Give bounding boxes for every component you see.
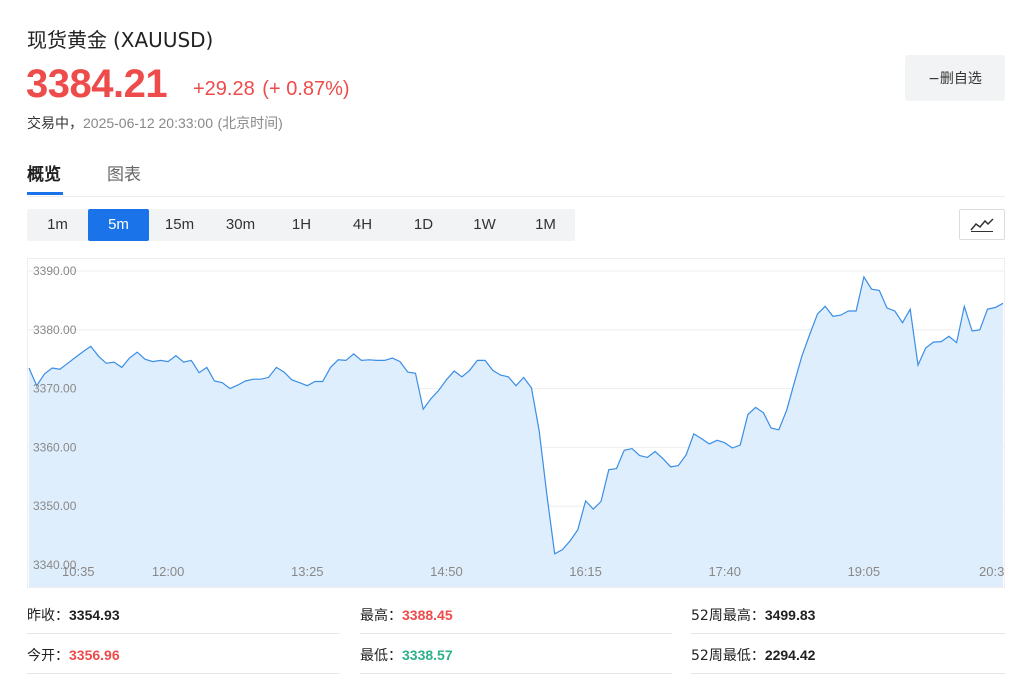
stat-label: 昨收：: [27, 608, 69, 624]
x-tick-label: 14:50: [430, 564, 463, 579]
price-change: +29.28 (+ 0.87%): [193, 78, 350, 101]
stat-prev-close: 昨收：3354.93: [27, 595, 120, 635]
stat-value: 3499.83: [764, 607, 816, 623]
price-chart-svg: 3390.003380.003370.003360.003350.003340.…: [28, 264, 1004, 587]
stats-row-1: 昨收：3354.93 最高：3388.45 52周最高：3499.83: [27, 595, 1005, 635]
y-tick-label: 3360.00: [33, 440, 77, 454]
status-timestamp: 2025-06-12 20:33:00: [83, 115, 213, 131]
stat-52w-high: 52周最高：3499.83: [691, 595, 815, 635]
stat-label: 52周最高：: [691, 608, 765, 624]
instrument-title: 现货黄金 (XAUUSD): [27, 24, 213, 53]
change-value: +29.28: [193, 78, 255, 100]
x-tick-label: 13:25: [291, 564, 324, 579]
stats-row-2: 今开：3356.96 最低：3338.57 52周最低：2294.42: [27, 635, 1005, 675]
change-percent: (+ 0.87%): [262, 78, 350, 100]
instrument-name: 现货黄金: [27, 28, 107, 52]
divider: [360, 633, 672, 634]
stat-open: 今开：3356.96: [27, 635, 120, 675]
x-tick-label: 10:35: [62, 564, 95, 579]
interval-1h[interactable]: 1H: [271, 209, 332, 241]
interval-5m[interactable]: 5m: [88, 209, 149, 241]
stat-value: 3356.96: [69, 647, 120, 663]
active-tab-indicator: [27, 192, 63, 195]
stat-value: 2294.42: [764, 647, 816, 663]
stat-label: 最低：: [360, 648, 402, 664]
x-tick-label: 20:3: [979, 564, 1004, 579]
stat-high: 最高：3388.45: [360, 595, 453, 635]
interval-selector: 1m 5m 15m 30m 1H 4H 1D 1W 1M: [27, 209, 575, 241]
stat-value: 3354.93: [69, 607, 120, 623]
line-chart-icon: [970, 217, 994, 232]
remove-watchlist-button[interactable]: −删自选: [905, 55, 1005, 101]
stat-low: 最低：3338.57: [360, 635, 453, 675]
stat-value: 3388.45: [402, 607, 453, 623]
status-timezone: (北京时间): [217, 115, 283, 131]
status-label: 交易中，: [27, 116, 83, 132]
section-tabs: 概览 图表: [27, 150, 1005, 197]
tab-overview[interactable]: 概览: [27, 160, 61, 185]
interval-1w[interactable]: 1W: [454, 209, 515, 241]
divider: [691, 673, 1005, 674]
interval-4h[interactable]: 4H: [332, 209, 393, 241]
interval-1m[interactable]: 1m: [27, 209, 88, 241]
x-tick-label: 16:15: [569, 564, 602, 579]
tab-chart[interactable]: 图表: [107, 160, 141, 185]
stat-label: 最高：: [360, 608, 402, 624]
interval-15m[interactable]: 15m: [149, 209, 210, 241]
interval-1d[interactable]: 1D: [393, 209, 454, 241]
divider: [360, 673, 672, 674]
y-tick-label: 3380.00: [33, 323, 77, 337]
interval-30m[interactable]: 30m: [210, 209, 271, 241]
chart-type-button[interactable]: [959, 209, 1005, 240]
x-tick-label: 19:05: [848, 564, 881, 579]
price-area: [29, 276, 1003, 587]
y-tick-label: 3390.00: [33, 264, 77, 278]
divider: [691, 633, 1005, 634]
stat-52w-low: 52周最低：2294.42: [691, 635, 815, 675]
stat-value: 3338.57: [402, 647, 453, 663]
divider: [27, 673, 340, 674]
x-tick-label: 17:40: [708, 564, 741, 579]
instrument-code: (XAUUSD): [113, 28, 214, 52]
y-tick-label: 3350.00: [33, 499, 77, 513]
x-tick-label: 12:00: [152, 564, 185, 579]
stat-label: 今开：: [27, 648, 69, 664]
interval-1mo[interactable]: 1M: [515, 209, 576, 241]
price-chart: 3390.00 3380.00 3370.00 3360.00 3350.00 3340.…: [27, 258, 1005, 588]
last-price: 3384.21: [26, 62, 168, 106]
stat-label: 52周最低：: [691, 648, 765, 664]
divider: [27, 633, 340, 634]
trading-status: 交易中，2025-06-12 20:33:00 (北京时间): [27, 113, 283, 133]
y-tick-label: 3370.00: [33, 382, 77, 396]
